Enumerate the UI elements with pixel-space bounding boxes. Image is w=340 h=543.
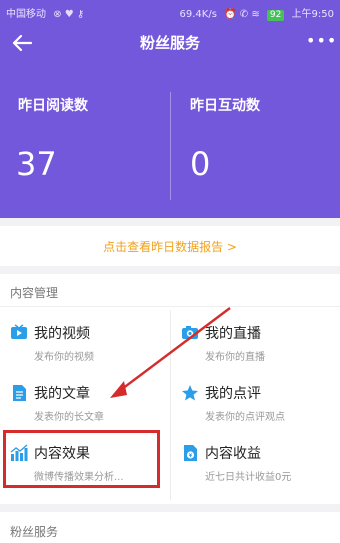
- tile-subtitle: 发布你的视频: [34, 352, 94, 363]
- camera-icon: [181, 324, 199, 342]
- my-articles-tile[interactable]: 我的文章 发表你的长文章: [0, 370, 170, 432]
- status-right: 69.4K/s ⏰ ✆ ≋ 92 上午9:50: [176, 5, 334, 21]
- content-income-tile[interactable]: 内容收益 近七日共计收益0元: [171, 430, 340, 492]
- clock: 上午9:50: [291, 9, 334, 20]
- section-title: 内容管理: [10, 286, 59, 300]
- my-reviews-tile[interactable]: 我的点评 发表你的点评观点: [171, 370, 340, 432]
- tile-subtitle: 发表你的长文章: [34, 412, 104, 423]
- stat-interactions-value: 0: [190, 145, 211, 183]
- stat-interactions[interactable]: 昨日互动数 0: [170, 95, 340, 210]
- video-icon: [10, 324, 28, 342]
- report-bar: 点击查看昨日数据报告 >: [0, 226, 340, 266]
- network-speed: 69.4K/s: [179, 9, 217, 20]
- section-title: 粉丝服务: [10, 525, 59, 539]
- tile-title: 我的文章: [34, 386, 90, 402]
- tile-title: 我的直播: [205, 326, 261, 342]
- status-bar: 中国移动 ⊗ ♥ ⚷ 69.4K/s ⏰ ✆ ≋ 92 上午9:50: [0, 0, 340, 22]
- fans-service-page: 中国移动 ⊗ ♥ ⚷ 69.4K/s ⏰ ✆ ≋ 92 上午9:50 粉丝服务 …: [0, 0, 340, 543]
- status-left: 中国移动 ⊗ ♥ ⚷: [6, 5, 84, 20]
- document-icon: [10, 384, 28, 402]
- divider: [0, 306, 340, 307]
- highlight-box: [3, 430, 160, 488]
- stat-reads-label: 昨日阅读数: [18, 98, 88, 114]
- tile-subtitle: 发布你的直播: [205, 352, 265, 363]
- more-icon: •••: [306, 31, 338, 50]
- my-videos-tile[interactable]: 我的视频 发布你的视频: [0, 310, 170, 372]
- tile-title: 内容收益: [205, 446, 261, 462]
- stat-reads-value: 37: [16, 145, 57, 183]
- fans-service-section: 粉丝服务: [0, 512, 340, 543]
- tile-subtitle: 近七日共计收益0元: [205, 472, 292, 483]
- page-title: 粉丝服务: [139, 34, 200, 52]
- nav-bar: 粉丝服务 •••: [0, 22, 340, 64]
- battery-icon: 92: [266, 10, 285, 21]
- stat-interactions-label: 昨日互动数: [190, 98, 260, 114]
- tile-title: 我的点评: [205, 386, 261, 402]
- stat-reads[interactable]: 昨日阅读数 37: [0, 95, 170, 210]
- status-icons: ⏰ ✆ ≋: [224, 9, 260, 20]
- tile-subtitle: 发表你的点评观点: [205, 412, 285, 423]
- carrier-label: 中国移动: [6, 9, 46, 20]
- sim-status-icon: ⊗ ♥ ⚷: [53, 9, 85, 20]
- income-icon: [181, 444, 199, 462]
- stats-header: 中国移动 ⊗ ♥ ⚷ 69.4K/s ⏰ ✆ ≋ 92 上午9:50 粉丝服务 …: [0, 0, 340, 218]
- star-icon: [181, 384, 199, 402]
- tile-title: 我的视频: [34, 326, 90, 342]
- more-options-button[interactable]: •••: [306, 30, 336, 52]
- yesterday-report-link[interactable]: 点击查看昨日数据报告 >: [103, 238, 237, 255]
- content-management-section: 内容管理 我的视频 发布你的视频 我的直播 发布你的直播 我的文章 发表你的长文…: [0, 274, 340, 504]
- my-live-tile[interactable]: 我的直播 发布你的直播: [171, 310, 340, 372]
